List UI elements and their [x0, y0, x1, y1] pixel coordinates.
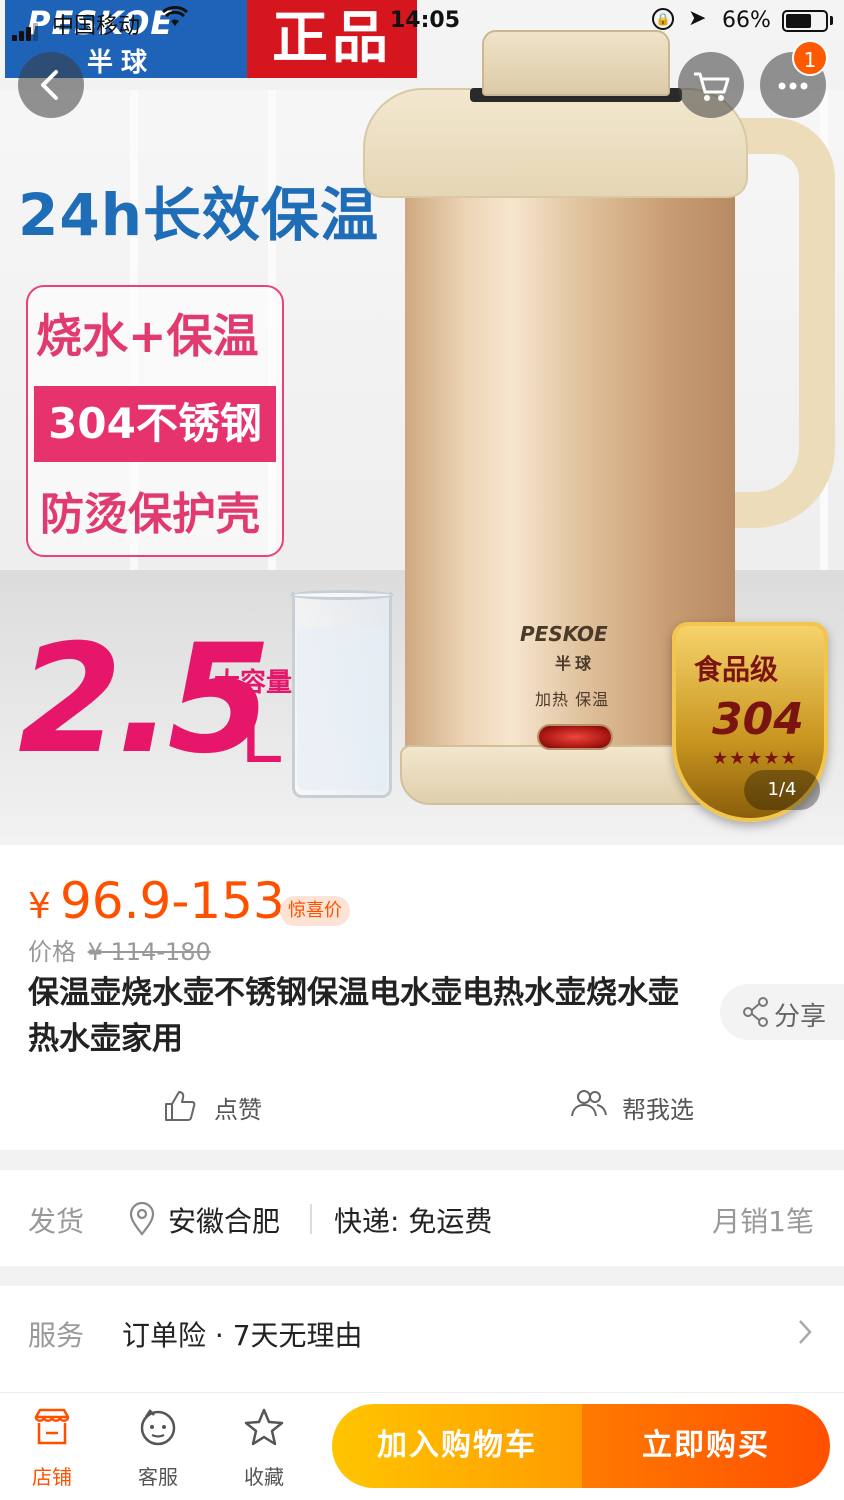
service-label: 服务 [28, 1319, 85, 1352]
back-button[interactable] [18, 52, 84, 118]
kettle-logo-cn: 半球 [555, 654, 596, 673]
shipping-separator [310, 1204, 312, 1234]
battery-percent: 66% [722, 8, 771, 33]
like-button[interactable]: 点赞 [162, 1088, 262, 1128]
shipping-location: 安徽合肥 [168, 1205, 281, 1238]
wifi-icon [162, 5, 188, 34]
favorite-tab[interactable]: 收藏 [224, 1405, 304, 1489]
capacity-value: 2.5 [18, 613, 272, 787]
customer-service-label: 客服 [138, 1465, 178, 1489]
kettle-indicator-light [537, 724, 613, 750]
signal-icon [12, 16, 40, 41]
original-price-row: 价格 ¥ 114-180 [28, 932, 211, 967]
capacity-unit: L [240, 694, 282, 780]
battery-icon [782, 10, 828, 32]
currency-symbol: ¥ [28, 886, 51, 927]
share-icon [743, 997, 768, 1027]
rotation-lock-icon: 🔒 [652, 8, 674, 30]
help-choose-label: 帮我选 [622, 1096, 694, 1124]
share-button[interactable]: 分享 [720, 984, 844, 1040]
chevron-left-icon [41, 70, 58, 100]
original-price: ¥ 114-180 [87, 938, 211, 966]
feature-anti-scald: 防烫保护壳 [40, 489, 260, 540]
battery-tip [830, 16, 833, 25]
service-text: 订单险 · 7天无理由 [122, 1319, 363, 1352]
notification-badge: 1 [792, 40, 828, 76]
shipping-label: 发货 [28, 1205, 85, 1238]
share-label: 分享 [774, 1002, 827, 1032]
brand-cn: 半球 [87, 48, 156, 78]
location-arrow-icon: ➤ [688, 6, 707, 31]
buy-now-button[interactable]: 立即购买 [582, 1404, 830, 1488]
favorite-label: 收藏 [244, 1465, 284, 1489]
price-tag-badge: 惊喜价 [280, 896, 350, 926]
section-divider [0, 1266, 844, 1286]
badge-stars: ★★★★★ [712, 748, 798, 769]
location-pin-icon [129, 1202, 155, 1236]
feature-boil-keep-warm: 烧水+保温 [36, 309, 259, 363]
status-bar: 中国移动 14:05 🔒 ➤ 66% [0, 0, 844, 44]
add-to-cart-button[interactable]: 加入购物车 [332, 1404, 582, 1488]
chevron-right-icon [799, 1320, 812, 1344]
image-counter: 1/4 [744, 770, 820, 810]
product-title: 保温壶烧水壶不锈钢保温电水壶电热水壶烧水壶热水壶家用 [28, 975, 679, 1057]
cart-button[interactable] [678, 52, 744, 118]
cart-icon [694, 72, 730, 101]
monthly-sales: 月销1笔 [712, 1205, 814, 1238]
store-icon [34, 1408, 70, 1445]
service-row[interactable]: 服务 订单险 · 7天无理由 [0, 1300, 844, 1370]
water-glass [292, 592, 392, 798]
kettle-logo: PESKOE [520, 622, 608, 646]
kettle-label: 加热 保温 [535, 690, 610, 709]
like-label: 点赞 [214, 1096, 262, 1124]
star-icon [244, 1408, 284, 1446]
price-range: 96.9-153 [60, 872, 285, 930]
store-label: 店铺 [32, 1465, 72, 1489]
badge-line2: 304 [712, 694, 804, 745]
section-divider [0, 1150, 844, 1170]
customer-service-icon [140, 1409, 176, 1446]
help-choose-button[interactable]: 帮我选 [570, 1088, 694, 1128]
glass-rim [290, 590, 394, 600]
customer-service-tab[interactable]: 客服 [118, 1405, 198, 1489]
clock: 14:05 [390, 8, 461, 33]
carrier-name: 中国移动 [52, 14, 141, 39]
product-image-carousel[interactable]: PESKOE 半球 正品 24h长效保温 烧水+保温 304不锈钢 防烫保护壳 … [0, 0, 844, 845]
hero-headline: 24h长效保温 [18, 181, 380, 249]
store-tab[interactable]: 店铺 [12, 1405, 92, 1489]
badge-line1: 食品级 [694, 653, 779, 686]
people-icon [571, 1090, 607, 1117]
feature-stainless-304: 304不锈钢 [34, 386, 276, 462]
original-price-label: 价格 [28, 938, 76, 966]
express-info: 快递: 免运费 [334, 1205, 493, 1238]
thumbs-up-icon [165, 1091, 196, 1121]
